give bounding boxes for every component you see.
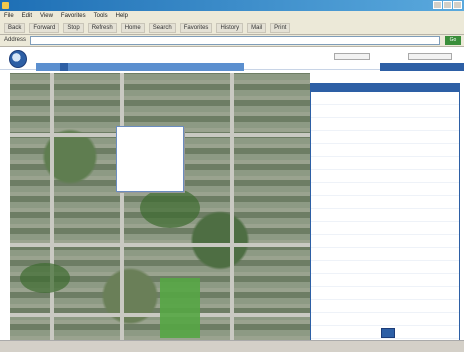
globe-logo-icon [9,50,27,68]
info-row [311,209,459,222]
info-row [311,196,459,209]
menu-favorites[interactable]: Favorites [61,11,86,21]
stop-button[interactable]: Stop [63,22,84,33]
info-row [311,287,459,300]
info-row [311,300,459,313]
favorites-button[interactable]: Favorites [179,22,213,33]
search-button[interactable]: Search [148,22,176,33]
map-road [230,73,234,352]
menu-edit[interactable]: Edit [22,11,32,21]
map-park [160,278,200,338]
address-label: Address [4,37,27,43]
info-row [311,144,459,157]
parcel-info-panel [310,83,460,345]
title-bar [0,0,464,11]
header-select[interactable] [408,53,452,60]
maximize-button[interactable] [443,1,452,9]
info-row [311,118,459,131]
back-button[interactable]: Back [4,22,26,33]
toolbar: Back Forward Stop Refresh Home Search Fa… [0,21,464,35]
address-input[interactable] [30,36,440,45]
nav-item-4[interactable] [70,63,78,71]
info-row [311,157,459,170]
info-row [311,170,459,183]
panel-header [311,84,459,92]
menu-help[interactable]: Help [116,11,128,21]
site-nav [36,63,244,71]
go-button[interactable]: Go [445,36,461,45]
nav-item-2[interactable] [50,63,58,71]
panel-action-button[interactable] [381,328,395,338]
browser-window: File Edit View Favorites Tools Help Back… [0,0,464,352]
minimize-button[interactable] [433,1,442,9]
map-road [120,73,124,352]
menu-file[interactable]: File [4,11,14,21]
info-row [311,274,459,287]
history-button[interactable]: History [216,22,244,33]
site-header [0,47,464,71]
browser-icon [2,2,9,9]
nav-dropdown-menu [116,126,184,192]
map-road [10,243,310,247]
status-bar [0,340,464,352]
nav-item-1[interactable] [40,63,48,71]
forward-button[interactable]: Forward [29,22,60,33]
info-row [311,248,459,261]
info-row [311,183,459,196]
menu-bar: File Edit View Favorites Tools Help [0,11,464,21]
info-row [311,222,459,235]
map-trees [140,188,200,228]
nav-item-3[interactable] [60,63,68,71]
nav-item-5[interactable] [80,63,88,71]
map-tools-bar[interactable] [380,63,464,71]
info-row [311,131,459,144]
aerial-map[interactable] [10,73,310,352]
mail-button[interactable]: Mail [247,22,267,33]
window-controls [433,1,462,9]
print-button[interactable]: Print [270,22,291,33]
refresh-button[interactable]: Refresh [87,22,117,33]
home-button[interactable]: Home [120,22,145,33]
info-row [311,261,459,274]
header-search-input[interactable] [334,53,370,60]
info-row [311,92,459,105]
address-bar: Address Go [0,35,464,47]
info-row [311,105,459,118]
menu-view[interactable]: View [40,11,53,21]
close-button[interactable] [453,1,462,9]
map-road [50,73,54,352]
info-row [311,313,459,326]
menu-tools[interactable]: Tools [94,11,108,21]
web-page [0,47,464,352]
map-trees [20,263,70,293]
info-row [311,235,459,248]
